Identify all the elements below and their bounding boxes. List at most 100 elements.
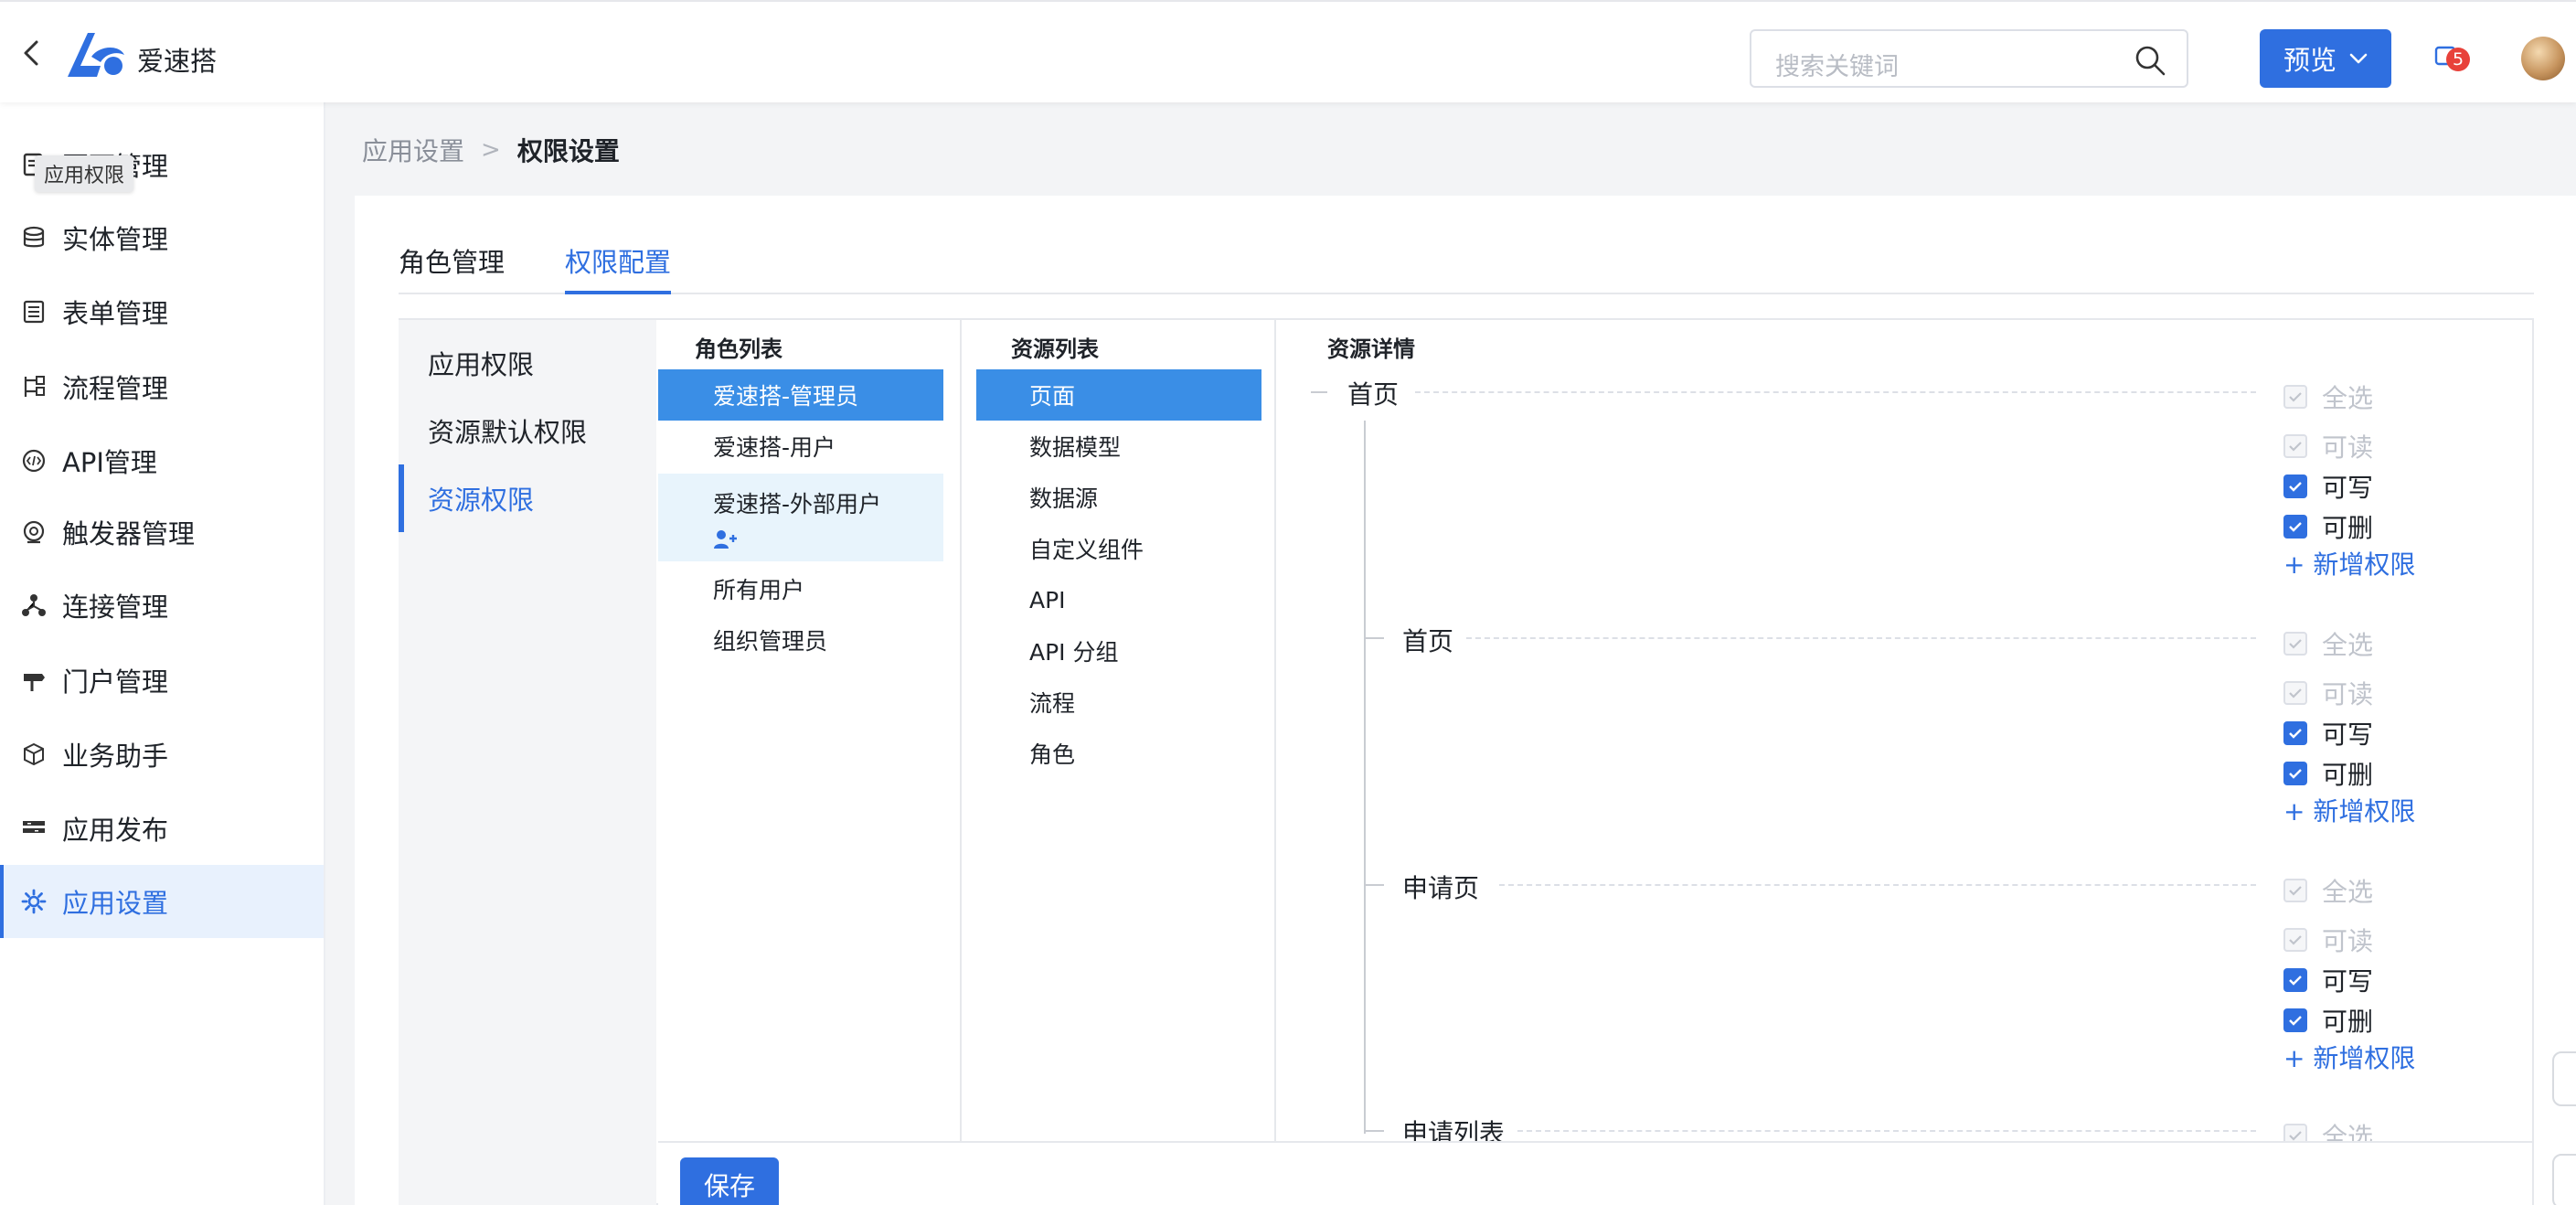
add-user-icon[interactable] bbox=[713, 528, 739, 550]
tree-node-label[interactable]: 首页 bbox=[1347, 375, 1399, 411]
resource-item[interactable]: 数据模型 bbox=[976, 421, 1261, 472]
tab-permission-config[interactable]: 权限配置 bbox=[565, 241, 672, 294]
sidebar: 页面管理 实体管理 表单管理 流程管理 API管理 触发器管理 连接管理 门户管… bbox=[0, 102, 325, 1205]
tree-node-label[interactable]: 申请页 bbox=[1402, 869, 1479, 905]
api-icon bbox=[22, 449, 46, 473]
sidebar-item-settings[interactable]: 应用设置 bbox=[0, 865, 324, 938]
sidebar-tooltip: 应用权限 bbox=[35, 155, 134, 192]
perm-read: 可读 bbox=[2283, 428, 2373, 464]
sidebar-item-api[interactable]: API管理 bbox=[0, 424, 324, 497]
database-icon bbox=[23, 226, 45, 248]
checkbox bbox=[2283, 928, 2307, 952]
sidebar-item-flows[interactable]: 流程管理 bbox=[0, 350, 324, 423]
perm-label: 可写 bbox=[2322, 966, 2374, 997]
tree-node-label[interactable]: 首页 bbox=[1402, 622, 1453, 658]
role-item[interactable]: 所有用户 bbox=[658, 563, 943, 614]
perm-label: 全选 bbox=[2322, 877, 2374, 907]
floating-tool-button[interactable] bbox=[2552, 1051, 2576, 1106]
resource-item-label: API 分组 bbox=[1029, 639, 1119, 666]
sidebar-item-entities[interactable]: 实体管理 bbox=[0, 201, 324, 274]
search-icon[interactable] bbox=[2134, 44, 2166, 77]
resource-item[interactable]: API bbox=[976, 574, 1261, 625]
checkbox[interactable] bbox=[2283, 968, 2307, 992]
add-permission-link[interactable]: + 新增权限 bbox=[2283, 545, 2415, 581]
sidebar-item-publish[interactable]: 应用发布 bbox=[0, 792, 324, 865]
search-box[interactable]: 搜索关键词 bbox=[1750, 29, 2188, 88]
resource-item[interactable]: 数据源 bbox=[976, 472, 1261, 523]
breadcrumb-parent[interactable]: 应用设置 bbox=[362, 132, 464, 168]
perm-write[interactable]: 可写 bbox=[2283, 715, 2373, 752]
checkbox[interactable] bbox=[2283, 721, 2307, 745]
footer-bar bbox=[658, 1141, 2532, 1205]
sidebar-item-label: 门户管理 bbox=[62, 666, 169, 698]
add-permission-link[interactable]: + 新增权限 bbox=[2283, 792, 2415, 828]
resource-list-title: 资源列表 bbox=[1011, 336, 1099, 362]
perm-delete[interactable]: 可删 bbox=[2283, 755, 2373, 792]
checkbox[interactable] bbox=[2283, 1008, 2307, 1032]
sidebar-item-connections[interactable]: 连接管理 bbox=[0, 569, 324, 642]
resource-item-label: API bbox=[1029, 586, 1066, 613]
user-avatar[interactable] bbox=[2521, 37, 2565, 80]
resource-item[interactable]: 自定义组件 bbox=[976, 523, 1261, 574]
perm-read: 可读 bbox=[2283, 675, 2373, 711]
checkbox bbox=[2283, 434, 2307, 458]
back-arrow-icon[interactable] bbox=[16, 37, 49, 69]
resource-item-label: 自定义组件 bbox=[1029, 537, 1144, 563]
tab-role-management[interactable]: 角色管理 bbox=[399, 241, 505, 294]
checkbox bbox=[2283, 681, 2307, 705]
perm-select-all: 全选 bbox=[2283, 379, 2373, 415]
perm-write[interactable]: 可写 bbox=[2283, 468, 2373, 505]
tree-connector bbox=[1366, 884, 1384, 886]
perm-read: 可读 bbox=[2283, 922, 2373, 958]
top-bar: 爱速搭 搜索关键词 预览 5 bbox=[0, 0, 2576, 102]
checkbox[interactable] bbox=[2283, 515, 2307, 539]
sidebar-item-assistant[interactable]: 业务助手 bbox=[0, 718, 324, 791]
tree-vertical-line bbox=[1364, 421, 1366, 1134]
checkbox bbox=[2283, 879, 2307, 902]
checkbox[interactable] bbox=[2283, 475, 2307, 498]
perm-label: 可写 bbox=[2322, 720, 2374, 750]
sidebar-item-forms[interactable]: 表单管理 bbox=[0, 275, 324, 348]
sidebar-item-triggers[interactable]: 触发器管理 bbox=[0, 496, 324, 569]
tree-dashed-line bbox=[1415, 391, 2256, 393]
role-item[interactable]: 爱速搭-外部用户 bbox=[658, 474, 943, 561]
notification-badge: 5 bbox=[2446, 48, 2470, 71]
role-item-label: 爱速搭-用户 bbox=[713, 434, 836, 461]
perm-label: 可读 bbox=[2322, 432, 2374, 463]
checkbox bbox=[2283, 632, 2307, 656]
resource-item-label: 数据源 bbox=[1029, 485, 1099, 512]
role-item[interactable]: 组织管理员 bbox=[658, 614, 943, 666]
menu-item-resource-permissions[interactable]: 资源权限 bbox=[399, 464, 656, 532]
menu-item-app-permissions[interactable]: 应用权限 bbox=[399, 329, 656, 397]
perm-delete[interactable]: 可删 bbox=[2283, 1002, 2373, 1039]
preview-button[interactable]: 预览 bbox=[2260, 29, 2391, 88]
sidebar-item-portals[interactable]: 门户管理 bbox=[0, 644, 324, 717]
tree-dashed-line bbox=[1517, 1130, 2256, 1132]
role-item[interactable]: 爱速搭-用户 bbox=[658, 421, 943, 472]
perm-label: 全选 bbox=[2322, 383, 2374, 413]
resource-item[interactable]: 流程 bbox=[976, 677, 1261, 728]
perm-write[interactable]: 可写 bbox=[2283, 962, 2373, 998]
menu-item-default-permissions[interactable]: 资源默认权限 bbox=[399, 397, 656, 464]
perm-label: 可读 bbox=[2322, 926, 2374, 956]
sidebar-item-label: 应用发布 bbox=[62, 815, 169, 846]
resource-item[interactable]: API 分组 bbox=[976, 625, 1261, 677]
checkbox[interactable] bbox=[2283, 762, 2307, 785]
perm-delete[interactable]: 可删 bbox=[2283, 508, 2373, 545]
floating-tool-button[interactable] bbox=[2552, 1154, 2576, 1205]
resource-item-label: 页面 bbox=[1029, 383, 1076, 410]
resource-item[interactable]: 页面 bbox=[976, 369, 1261, 421]
save-button[interactable]: 保存 bbox=[680, 1157, 779, 1205]
role-list-title: 角色列表 bbox=[695, 336, 782, 362]
add-permission-link[interactable]: + 新增权限 bbox=[2283, 1039, 2415, 1075]
perm-select-all: 全选 bbox=[2283, 872, 2373, 909]
resource-item[interactable]: 角色 bbox=[976, 728, 1261, 779]
perm-select-all: 全选 bbox=[2283, 625, 2373, 662]
perm-label: 可读 bbox=[2322, 679, 2374, 709]
sidebar-item-label: 业务助手 bbox=[62, 741, 169, 772]
gear-icon bbox=[21, 889, 47, 914]
assistant-icon bbox=[24, 742, 44, 766]
sidebar-item-label: 实体管理 bbox=[62, 224, 169, 255]
search-input[interactable]: 搜索关键词 bbox=[1775, 47, 1899, 82]
role-item[interactable]: 爱速搭-管理员 bbox=[658, 369, 943, 421]
